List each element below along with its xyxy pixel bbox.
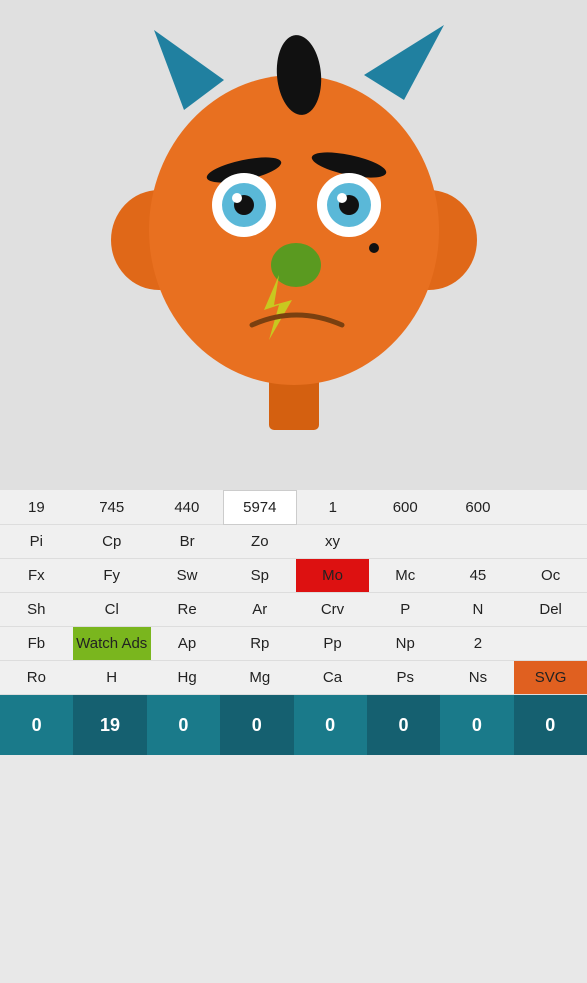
character-area [0,0,587,490]
cell-oc: Oc [514,559,587,593]
cell-45: 45 [442,559,515,593]
bottom-score-6: 0 [440,695,513,755]
cell-hg: Hg [151,661,224,695]
cell-sp: Sp [223,559,296,593]
cell-ns: Ns [442,661,515,695]
bottom-score-3: 0 [220,695,293,755]
cell-fx: Fx [0,559,73,593]
bottom-score-row: 0 19 0 0 0 0 0 0 [0,695,587,755]
cell-fy: Fy [73,559,151,593]
cell-rp: Rp [223,627,296,661]
cell-mc: Mc [369,559,442,593]
bottom-score-7: 0 [514,695,587,755]
grid-row-2: Pi Cp Br Zo xy [0,525,587,559]
watch-ads-button[interactable]: Watch Ads [73,627,151,661]
cell-ro: Ro [0,661,73,695]
cell-440: 440 [151,491,224,525]
cell-mo[interactable]: Mo [296,559,369,593]
cell-fb: Fb [0,627,73,661]
bottom-score-5: 0 [367,695,440,755]
cell-pp: Pp [296,627,369,661]
cell-745: 745 [73,491,151,525]
cell-cp: Cp [73,525,151,559]
grid-row-5: Fb Watch Ads Ap Rp Pp Np 2 [0,627,587,661]
cell-sw: Sw [151,559,224,593]
bottom-score-0: 0 [0,695,73,755]
cell-cl: Cl [73,593,151,627]
cell-p: P [369,593,442,627]
cell-19: 19 [0,491,73,525]
bottom-score-4: 0 [294,695,367,755]
cell-br: Br [151,525,224,559]
cell-crv: Crv [296,593,369,627]
cell-2: 2 [442,627,515,661]
svg-button[interactable]: SVG [514,661,587,695]
cell-ca: Ca [296,661,369,695]
cell-600b: 600 [442,491,515,525]
cell-n: N [442,593,515,627]
grid-row-3: Fx Fy Sw Sp Mo Mc 45 Oc [0,559,587,593]
cell-ap: Ap [151,627,224,661]
cell-empty1 [369,525,442,559]
grid-row-4: Sh Cl Re Ar Crv P N Del [0,593,587,627]
bottom-score-2: 0 [147,695,220,755]
cell-re: Re [151,593,224,627]
cell-empty2 [442,525,515,559]
cell-ps: Ps [369,661,442,695]
grid-row-6: Ro H Hg Mg Ca Ps Ns SVG [0,661,587,695]
cell-1: 1 [296,491,369,525]
cell-600a: 600 [369,491,442,525]
cell-ar: Ar [223,593,296,627]
cell-np: Np [369,627,442,661]
bottom-score-19: 19 [73,695,146,755]
cell-mg: Mg [223,661,296,695]
grid-row-1: 19 745 440 5974 1 600 600 [0,491,587,525]
cell-sh: Sh [0,593,73,627]
cell-xy: xy [296,525,369,559]
score-cell: 5974 [223,491,296,525]
cell-del: Del [514,593,587,627]
grid-area: 19 745 440 5974 1 600 600 Pi Cp Br Zo xy… [0,490,587,695]
cell-zo: Zo [223,525,296,559]
cell-pi: Pi [0,525,73,559]
cell-h: H [73,661,151,695]
